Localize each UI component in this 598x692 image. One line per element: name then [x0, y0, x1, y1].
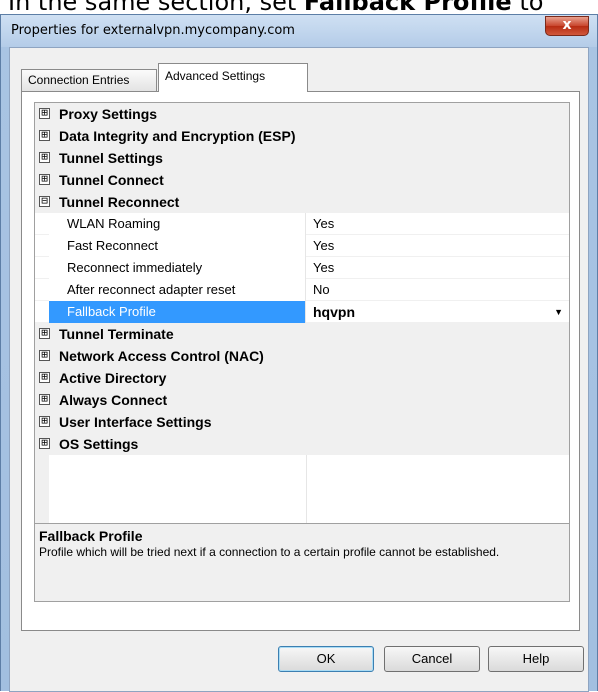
- property-value[interactable]: No: [307, 279, 569, 301]
- column-divider: [306, 455, 307, 523]
- expand-icon[interactable]: ⊞: [39, 371, 50, 383]
- category-tunnel-reconnect[interactable]: ⊟ Tunnel Reconnect: [35, 191, 569, 213]
- category-data-integrity[interactable]: ⊞ Data Integrity and Encryption (ESP): [35, 125, 569, 147]
- category-os-settings[interactable]: ⊞ OS Settings: [35, 433, 569, 455]
- category-tunnel-settings[interactable]: ⊞ Tunnel Settings: [35, 147, 569, 169]
- category-label: Tunnel Settings: [59, 150, 163, 166]
- category-label: Network Access Control (NAC): [59, 348, 264, 364]
- category-label: User Interface Settings: [59, 414, 212, 430]
- property-name[interactable]: Fallback Profile: [49, 301, 306, 323]
- category-user-interface-settings[interactable]: ⊞ User Interface Settings: [35, 411, 569, 433]
- tab-advanced-settings[interactable]: Advanced Settings: [158, 63, 308, 92]
- category-tunnel-terminate[interactable]: ⊞ Tunnel Terminate: [35, 323, 569, 345]
- property-row-fallback-profile[interactable]: Fallback Profile hqvpn ▼: [35, 301, 569, 323]
- category-proxy-settings[interactable]: ⊞ Proxy Settings: [35, 103, 569, 125]
- category-network-access-control[interactable]: ⊞ Network Access Control (NAC): [35, 345, 569, 367]
- category-always-connect[interactable]: ⊞ Always Connect: [35, 389, 569, 411]
- category-label: Active Directory: [59, 370, 167, 386]
- category-label: Always Connect: [59, 392, 168, 408]
- dropdown-arrow-icon[interactable]: ▼: [554, 301, 563, 323]
- property-row-wlan-roaming[interactable]: WLAN Roaming Yes: [35, 213, 569, 235]
- ok-button[interactable]: OK: [278, 646, 374, 672]
- window-title: Properties for externalvpn.mycompany.com: [11, 23, 295, 38]
- description-panel: Fallback Profile Profile which will be t…: [35, 523, 569, 601]
- category-active-directory[interactable]: ⊞ Active Directory: [35, 367, 569, 389]
- expand-icon[interactable]: ⊞: [39, 129, 50, 141]
- property-name[interactable]: Fast Reconnect: [49, 235, 306, 257]
- close-button[interactable]: x: [545, 16, 589, 36]
- expand-icon[interactable]: ⊞: [39, 393, 50, 405]
- expand-icon[interactable]: ⊞: [39, 327, 50, 339]
- fallback-profile-select[interactable]: hqvpn ▼: [307, 301, 569, 323]
- title-bar[interactable]: Properties for externalvpn.mycompany.com…: [1, 15, 597, 47]
- category-tunnel-connect[interactable]: ⊞ Tunnel Connect: [35, 169, 569, 191]
- selected-value: hqvpn: [313, 304, 355, 320]
- category-label: Tunnel Connect: [59, 172, 164, 188]
- grid-empty-area: [49, 455, 569, 523]
- property-value[interactable]: Yes: [307, 213, 569, 235]
- property-row-fast-reconnect[interactable]: Fast Reconnect Yes: [35, 235, 569, 257]
- collapse-icon[interactable]: ⊟: [39, 195, 50, 207]
- expand-icon[interactable]: ⊞: [39, 173, 50, 185]
- property-value[interactable]: Yes: [307, 257, 569, 279]
- category-label: Proxy Settings: [59, 106, 158, 122]
- property-row-reconnect-immediately[interactable]: Reconnect immediately Yes: [35, 257, 569, 279]
- help-button[interactable]: Help: [488, 646, 584, 672]
- description-text: Profile which will be tried next if a co…: [39, 545, 500, 559]
- category-label: Tunnel Terminate: [59, 326, 174, 342]
- dialog-client-area: Connection Entries Advanced Settings ⊞ P…: [9, 47, 589, 692]
- properties-window: Properties for externalvpn.mycompany.com…: [0, 14, 598, 692]
- category-label: Tunnel Reconnect: [59, 194, 180, 210]
- tab-connection-entries[interactable]: Connection Entries: [21, 69, 157, 91]
- property-name[interactable]: After reconnect adapter reset: [49, 279, 306, 301]
- category-label: OS Settings: [59, 436, 139, 452]
- category-label: Data Integrity and Encryption (ESP): [59, 128, 296, 144]
- property-value[interactable]: Yes: [307, 235, 569, 257]
- expand-icon[interactable]: ⊞: [39, 151, 50, 163]
- expand-icon[interactable]: ⊞: [39, 107, 50, 119]
- property-row-after-reconnect-adapter-reset[interactable]: After reconnect adapter reset No: [35, 279, 569, 301]
- expand-icon[interactable]: ⊞: [39, 349, 50, 361]
- description-title: Fallback Profile: [39, 528, 143, 544]
- expand-icon[interactable]: ⊞: [39, 415, 50, 427]
- advanced-settings-page: ⊞ Proxy Settings ⊞ Data Integrity and En…: [21, 91, 580, 631]
- property-grid: ⊞ Proxy Settings ⊞ Data Integrity and En…: [34, 102, 570, 602]
- property-name[interactable]: WLAN Roaming: [49, 213, 306, 235]
- property-name[interactable]: Reconnect immediately: [49, 257, 306, 279]
- cancel-button[interactable]: Cancel: [384, 646, 480, 672]
- expand-icon[interactable]: ⊞: [39, 437, 50, 449]
